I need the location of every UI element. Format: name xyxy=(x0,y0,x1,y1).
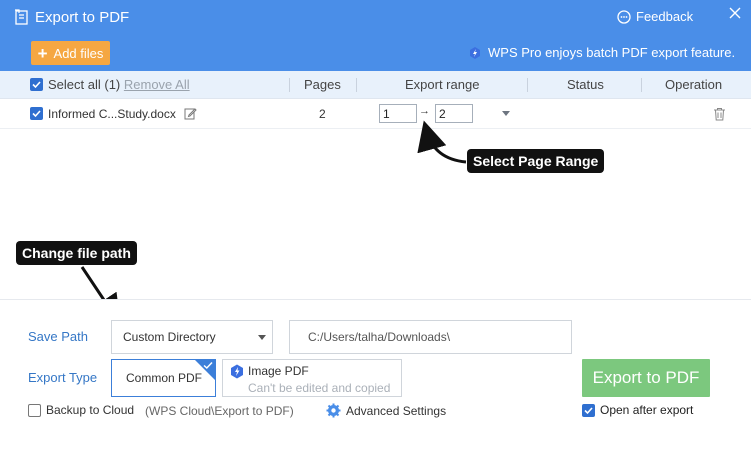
feedback-label: Feedback xyxy=(636,9,694,24)
backup-checkbox[interactable] xyxy=(28,403,41,417)
column-divider xyxy=(527,78,528,92)
table-header: Select all (1) Remove All Pages Export r… xyxy=(0,71,751,99)
row-checkbox[interactable] xyxy=(30,107,43,120)
select-range-arrow xyxy=(417,120,467,164)
select-all-checkbox[interactable] xyxy=(30,78,43,91)
select-all-text: Select all (1) xyxy=(48,77,121,92)
range-to-input[interactable] xyxy=(435,104,473,123)
range-dropdown-caret-icon[interactable] xyxy=(502,111,510,116)
page-count: 2 xyxy=(319,107,326,121)
open-after-label: Open after export xyxy=(600,403,694,417)
check-icon xyxy=(203,361,213,370)
add-files-button[interactable]: + Add files xyxy=(31,41,110,65)
title-bar: Export to PDF Feedback + Add files WPS P… xyxy=(0,0,751,71)
plus-icon: + xyxy=(37,43,48,63)
save-path-option: Custom Directory xyxy=(123,330,216,344)
export-type-label: Export Type xyxy=(28,370,98,385)
type-common-pdf-option[interactable]: Common PDF xyxy=(111,359,216,397)
column-status: Status xyxy=(567,77,604,92)
type-common-label: Common PDF xyxy=(126,371,203,385)
wps-pro-icon xyxy=(470,46,480,59)
image-pdf-icon xyxy=(231,364,243,379)
close-icon[interactable] xyxy=(727,5,743,21)
add-files-label: Add files xyxy=(53,45,104,61)
export-to-pdf-button[interactable]: Export to PDF xyxy=(582,359,710,397)
type-image-pdf-option[interactable]: Image PDF Can't be edited and copied xyxy=(222,359,402,397)
annotation-select-range: Select Page Range xyxy=(467,149,605,173)
column-pages: Pages xyxy=(304,77,341,92)
backup-path-text: (WPS Cloud\Export to PDF) xyxy=(145,404,294,418)
window-title: Export to PDF xyxy=(35,9,130,26)
backup-label: Backup to Cloud xyxy=(46,403,135,417)
pro-note: WPS Pro enjoys batch PDF export feature. xyxy=(468,45,735,60)
open-after-checkbox[interactable] xyxy=(582,403,595,417)
advanced-settings-link[interactable]: Advanced Settings xyxy=(326,403,446,418)
remove-all-link[interactable]: Remove All xyxy=(124,77,190,92)
range-from-input[interactable] xyxy=(379,104,417,123)
column-divider xyxy=(356,78,357,92)
feedback-icon xyxy=(617,9,631,24)
trash-icon[interactable] xyxy=(713,107,726,121)
chevron-down-icon xyxy=(258,335,266,340)
save-path-label: Save Path xyxy=(28,329,88,344)
file-name: Informed C...Study.docx xyxy=(48,107,176,121)
feedback-link[interactable]: Feedback xyxy=(617,9,693,24)
backup-to-cloud-option[interactable]: Backup to Cloud xyxy=(28,403,134,417)
type-image-subtitle: Can't be edited and copied xyxy=(248,381,391,395)
table-row: Informed C...Study.docx 2 → xyxy=(0,99,751,129)
edit-icon[interactable] xyxy=(184,107,197,120)
type-image-title: Image PDF xyxy=(248,364,309,378)
export-pdf-icon xyxy=(15,9,28,25)
column-divider xyxy=(289,78,290,92)
save-path-input[interactable] xyxy=(289,320,572,354)
select-all-label: Select all (1) Remove All xyxy=(48,71,190,99)
save-path-select[interactable]: Custom Directory xyxy=(111,320,273,354)
annotation-change-path: Change file path xyxy=(16,241,137,265)
gear-icon xyxy=(326,403,341,418)
column-divider xyxy=(641,78,642,92)
column-operation: Operation xyxy=(665,77,723,92)
open-after-export-option[interactable]: Open after export xyxy=(582,403,693,417)
column-export-range: Export range xyxy=(405,77,480,92)
range-arrow-icon: → xyxy=(419,105,430,117)
advanced-settings-label: Advanced Settings xyxy=(346,403,447,418)
pro-note-text: WPS Pro enjoys batch PDF export feature. xyxy=(488,45,736,60)
